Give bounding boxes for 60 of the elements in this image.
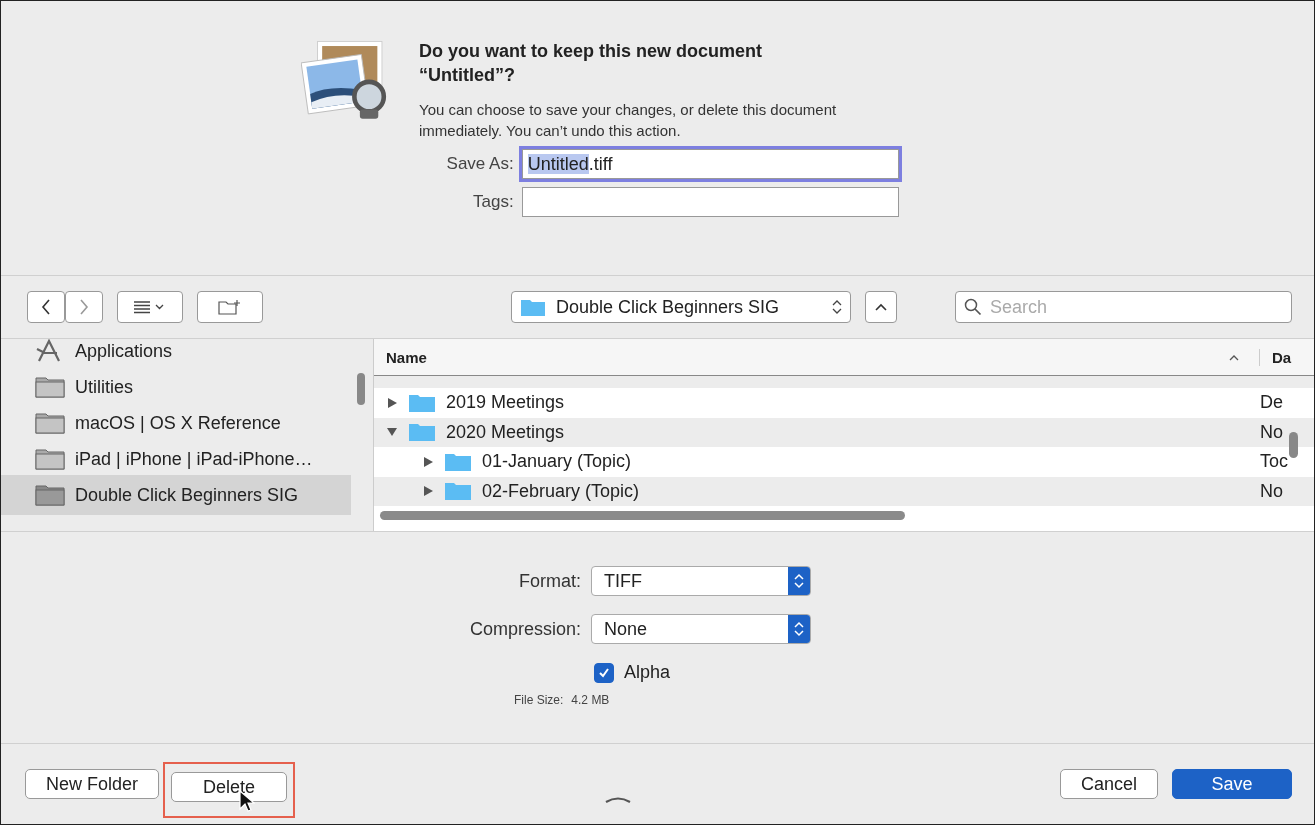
- chevron-left-icon: [41, 299, 51, 315]
- compression-popup[interactable]: None: [591, 614, 811, 644]
- format-label: Format:: [518, 570, 581, 592]
- save-as-label: Save As:: [445, 154, 515, 174]
- folder-icon: [35, 484, 65, 506]
- file-size-value: 4.2 MB: [571, 693, 610, 707]
- dialog-title: Do you want to keep this new document “Untitled”?: [419, 40, 764, 87]
- up-down-arrows-icon: [832, 299, 842, 315]
- folder-icon: [520, 297, 546, 317]
- file-name[interactable]: 02-February (Topic): [482, 480, 1250, 502]
- tags-field[interactable]: [521, 187, 899, 217]
- disclosure-closed-icon[interactable]: [422, 455, 434, 468]
- column-header[interactable]: Da: [1259, 348, 1294, 366]
- date-cell-text: Toc: [1260, 451, 1289, 473]
- folder-icon: [35, 448, 65, 470]
- scrollbar-thumb[interactable]: [357, 373, 365, 405]
- folder-icon: [408, 392, 436, 413]
- file-name[interactable]: 01-January (Topic): [482, 451, 1250, 473]
- up-down-arrows-icon: [794, 621, 804, 637]
- dialog-message: You can choose to save your changes, or delete this document immediately. You can’t undo this action.: [419, 100, 838, 141]
- new-folder-icon-button[interactable]: [197, 291, 263, 323]
- chevron-up-icon: [875, 303, 887, 311]
- save-as-field[interactable]: Untitled.tiff: [521, 149, 899, 179]
- tags-label: Tags:: [472, 192, 515, 212]
- column-header[interactable]: Name: [386, 348, 1229, 366]
- back-button[interactable]: [27, 291, 65, 323]
- up-down-arrows-icon: [794, 573, 804, 589]
- collapse-chevron-icon[interactable]: [604, 795, 631, 803]
- file-name[interactable]: 2019 Meetings: [446, 392, 1250, 414]
- file-size-label: File Size:: [514, 693, 564, 707]
- location-popup[interactable]: Double Click Beginners SIG: [511, 291, 851, 323]
- disclosure-closed-icon[interactable]: [422, 485, 434, 498]
- view-options-button[interactable]: [117, 291, 183, 323]
- new-folder-icon: [218, 299, 242, 315]
- expand-up-button[interactable]: [865, 291, 897, 323]
- save-button[interactable]: Save: [1172, 769, 1292, 799]
- date-cell-text: De: [1260, 392, 1284, 414]
- forward-button[interactable]: [65, 291, 103, 323]
- folder-icon: [444, 481, 472, 502]
- folder-icon: [35, 412, 65, 434]
- disclosure-closed-icon[interactable]: [386, 396, 398, 409]
- date-cell-text: No: [1260, 480, 1284, 502]
- folder-icon: [35, 376, 65, 398]
- scrollbar-thumb[interactable]: [1289, 432, 1298, 458]
- cancel-button[interactable]: Cancel: [1059, 769, 1158, 799]
- folder-icon: [408, 422, 436, 443]
- date-cell-text: No: [1260, 421, 1284, 443]
- format-popup[interactable]: TIFF: [591, 566, 811, 596]
- search-icon: [964, 298, 982, 316]
- alpha-label: Alpha: [624, 662, 671, 683]
- chevron-right-icon: [79, 299, 89, 315]
- delete-button[interactable]: Delete: [171, 772, 288, 802]
- scrollbar-thumb[interactable]: [380, 510, 905, 520]
- sidebar-item[interactable]: Double Click Beginners SIG: [1, 475, 351, 515]
- file-name[interactable]: 2020 Meetings: [446, 421, 1250, 443]
- sort-ascending-icon: [1229, 353, 1239, 361]
- compression-label: Compression:: [468, 618, 581, 640]
- alpha-checkbox[interactable]: [594, 662, 614, 683]
- folder-icon: [444, 451, 472, 472]
- new-folder-button[interactable]: New Folder: [25, 769, 160, 799]
